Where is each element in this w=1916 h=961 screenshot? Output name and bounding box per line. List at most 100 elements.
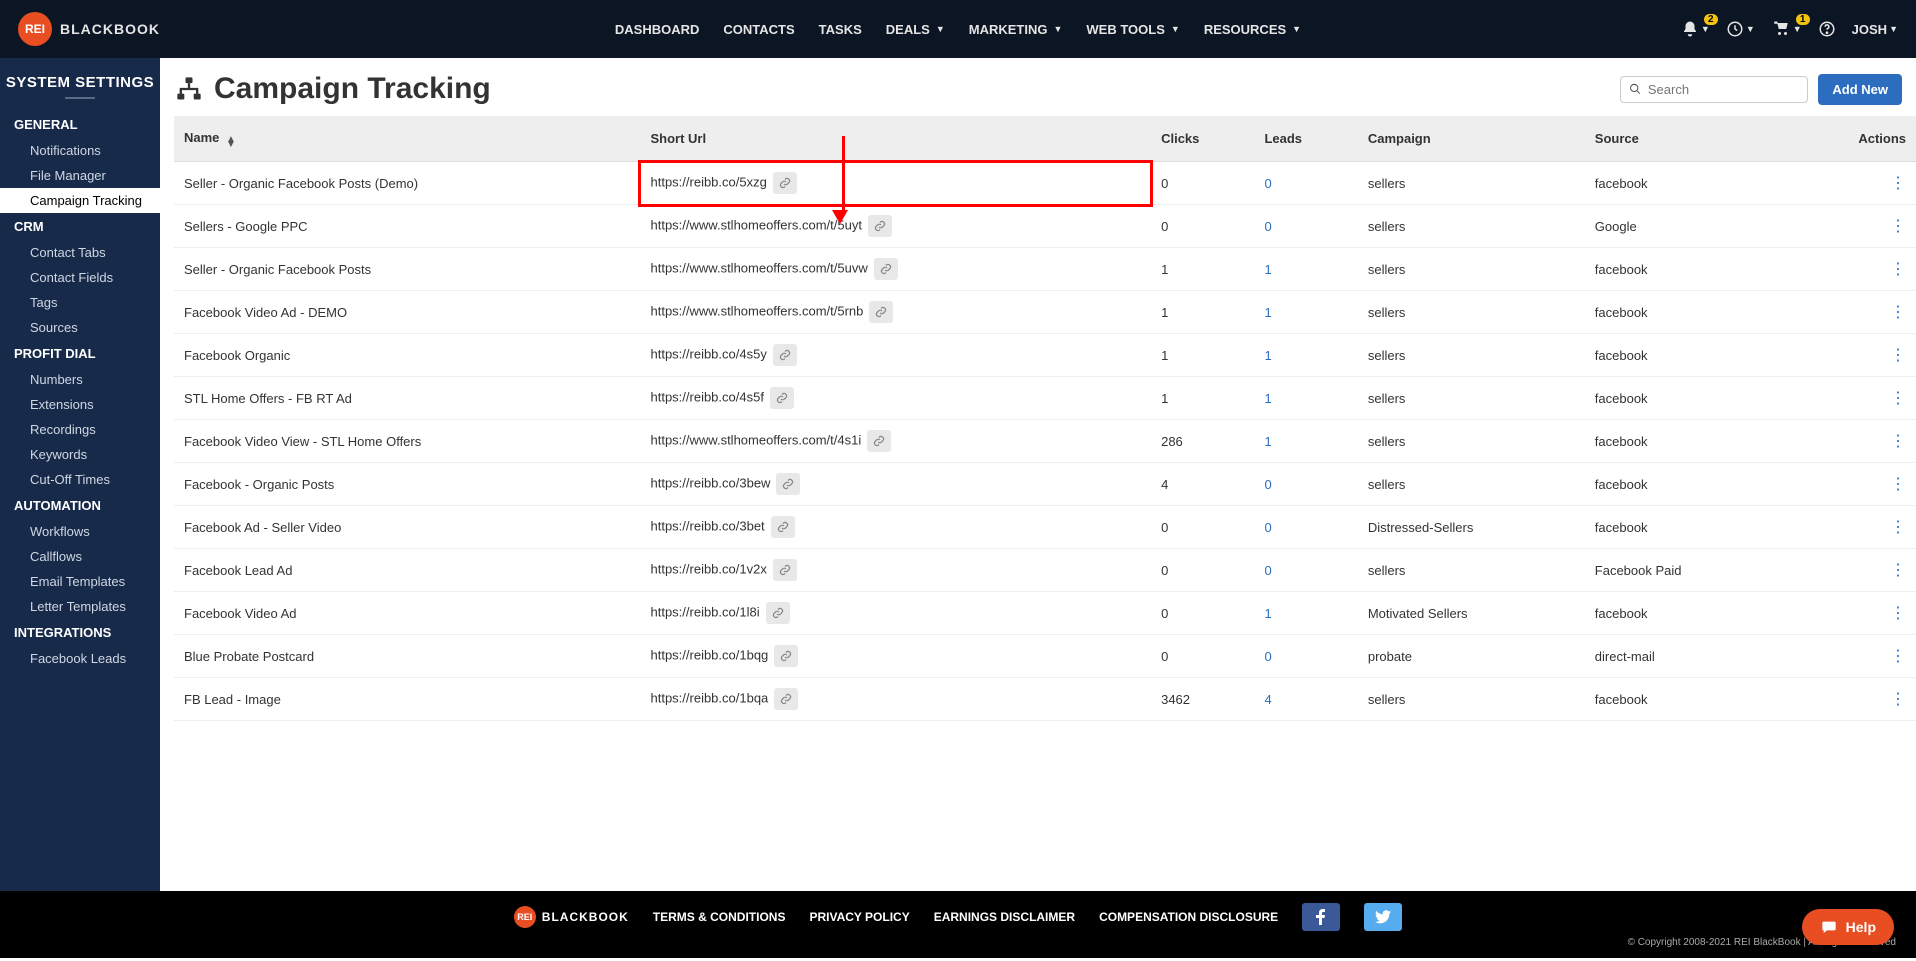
sidebar-item[interactable]: Letter Templates bbox=[0, 594, 160, 619]
row-actions-menu[interactable]: ⋮ bbox=[1890, 476, 1906, 493]
sidebar-item[interactable]: Cut-Off Times bbox=[0, 467, 160, 492]
facebook-social-link[interactable] bbox=[1302, 903, 1340, 931]
copy-link-button[interactable] bbox=[766, 602, 790, 624]
leads-link[interactable]: 0 bbox=[1264, 649, 1271, 664]
copy-link-button[interactable] bbox=[867, 430, 891, 452]
copy-link-button[interactable] bbox=[869, 301, 893, 323]
search-box[interactable] bbox=[1620, 76, 1808, 103]
leads-link[interactable]: 0 bbox=[1264, 477, 1271, 492]
sidebar-item[interactable]: Email Templates bbox=[0, 569, 160, 594]
sidebar-item[interactable]: Numbers bbox=[0, 367, 160, 392]
nav-link[interactable]: TASKS bbox=[819, 22, 862, 37]
copy-link-button[interactable] bbox=[874, 258, 898, 280]
sidebar-item[interactable]: Workflows bbox=[0, 519, 160, 544]
copy-link-button[interactable] bbox=[773, 172, 797, 194]
sidebar-item[interactable]: Callflows bbox=[0, 544, 160, 569]
sidebar-item[interactable]: Tags bbox=[0, 290, 160, 315]
row-actions-menu[interactable]: ⋮ bbox=[1890, 433, 1906, 450]
campaign-name[interactable]: Facebook Ad - Seller Video bbox=[174, 506, 640, 549]
sidebar-item[interactable]: Contact Tabs bbox=[0, 240, 160, 265]
row-actions-menu[interactable]: ⋮ bbox=[1890, 648, 1906, 665]
campaign-name[interactable]: Facebook Video View - STL Home Offers bbox=[174, 420, 640, 463]
sidebar-item[interactable]: Sources bbox=[0, 315, 160, 340]
row-actions-menu[interactable]: ⋮ bbox=[1890, 691, 1906, 708]
row-actions-menu[interactable]: ⋮ bbox=[1890, 390, 1906, 407]
row-actions-menu[interactable]: ⋮ bbox=[1890, 218, 1906, 235]
search-input[interactable] bbox=[1648, 82, 1800, 97]
campaign-name[interactable]: Facebook Organic bbox=[174, 334, 640, 377]
help-button[interactable]: Help bbox=[1802, 909, 1894, 945]
leads-link[interactable]: 1 bbox=[1264, 262, 1271, 277]
sidebar-item[interactable]: Facebook Leads bbox=[0, 646, 160, 671]
sidebar-item[interactable]: Keywords bbox=[0, 442, 160, 467]
history-menu[interactable]: ▼ bbox=[1726, 20, 1755, 38]
cart-badge: 1 bbox=[1796, 14, 1810, 25]
footer-link[interactable]: TERMS & CONDITIONS bbox=[653, 910, 786, 924]
footer-logo[interactable]: REI BLACKBOOK bbox=[514, 906, 629, 928]
campaign-name[interactable]: STL Home Offers - FB RT Ad bbox=[174, 377, 640, 420]
sidebar-item[interactable]: Recordings bbox=[0, 417, 160, 442]
nav-link[interactable]: CONTACTS bbox=[723, 22, 794, 37]
nav-link[interactable]: MARKETING▼ bbox=[969, 22, 1063, 37]
leads-link[interactable]: 4 bbox=[1264, 692, 1271, 707]
source-value: facebook bbox=[1585, 334, 1831, 377]
campaign-name[interactable]: Facebook Video Ad - DEMO bbox=[174, 291, 640, 334]
sidebar-item[interactable]: File Manager bbox=[0, 163, 160, 188]
row-actions-menu[interactable]: ⋮ bbox=[1890, 519, 1906, 536]
leads-link[interactable]: 1 bbox=[1264, 606, 1271, 621]
copy-link-button[interactable] bbox=[774, 645, 798, 667]
campaign-name[interactable]: Facebook Lead Ad bbox=[174, 549, 640, 592]
chat-icon bbox=[1820, 919, 1838, 935]
row-actions-menu[interactable]: ⋮ bbox=[1890, 605, 1906, 622]
row-actions-menu[interactable]: ⋮ bbox=[1890, 261, 1906, 278]
nav-link[interactable]: WEB TOOLS▼ bbox=[1086, 22, 1179, 37]
col-header-name[interactable]: Name ▲▼ bbox=[174, 116, 640, 162]
table-row: Sellers - Google PPChttps://www.stlhomeo… bbox=[174, 205, 1916, 248]
logo[interactable]: REI BLACKBOOK bbox=[18, 12, 160, 46]
footer-link[interactable]: COMPENSATION DISCLOSURE bbox=[1099, 910, 1278, 924]
campaign-name[interactable]: Seller - Organic Facebook Posts (Demo) bbox=[174, 162, 640, 205]
user-menu[interactable]: JOSH ▼ bbox=[1852, 22, 1898, 37]
row-actions-menu[interactable]: ⋮ bbox=[1890, 562, 1906, 579]
sidebar-item[interactable]: Campaign Tracking bbox=[0, 188, 160, 213]
leads-link[interactable]: 1 bbox=[1264, 434, 1271, 449]
cart-menu[interactable]: 1 ▼ bbox=[1771, 20, 1802, 38]
copy-link-button[interactable] bbox=[771, 516, 795, 538]
nav-link[interactable]: RESOURCES▼ bbox=[1204, 22, 1301, 37]
copy-link-button[interactable] bbox=[774, 688, 798, 710]
copy-link-button[interactable] bbox=[776, 473, 800, 495]
copy-link-button[interactable] bbox=[770, 387, 794, 409]
chevron-down-icon: ▼ bbox=[1746, 24, 1755, 34]
leads-link[interactable]: 0 bbox=[1264, 219, 1271, 234]
campaign-name[interactable]: Facebook Video Ad bbox=[174, 592, 640, 635]
copy-link-button[interactable] bbox=[773, 559, 797, 581]
nav-link[interactable]: DASHBOARD bbox=[615, 22, 700, 37]
sidebar-item[interactable]: Notifications bbox=[0, 138, 160, 163]
row-actions-menu[interactable]: ⋮ bbox=[1890, 175, 1906, 192]
footer-link[interactable]: EARNINGS DISCLAIMER bbox=[934, 910, 1075, 924]
twitter-social-link[interactable] bbox=[1364, 903, 1402, 931]
campaign-name[interactable]: Sellers - Google PPC bbox=[174, 205, 640, 248]
campaign-name[interactable]: Blue Probate Postcard bbox=[174, 635, 640, 678]
leads-link[interactable]: 0 bbox=[1264, 176, 1271, 191]
leads-link[interactable]: 1 bbox=[1264, 348, 1271, 363]
footer-link[interactable]: PRIVACY POLICY bbox=[809, 910, 909, 924]
leads-link[interactable]: 1 bbox=[1264, 305, 1271, 320]
copy-link-button[interactable] bbox=[868, 215, 892, 237]
leads-link[interactable]: 0 bbox=[1264, 563, 1271, 578]
notifications-bell[interactable]: 2 ▼ bbox=[1681, 20, 1710, 38]
campaign-name[interactable]: Facebook - Organic Posts bbox=[174, 463, 640, 506]
campaign-name[interactable]: Seller - Organic Facebook Posts bbox=[174, 248, 640, 291]
row-actions-menu[interactable]: ⋮ bbox=[1890, 347, 1906, 364]
source-value: facebook bbox=[1585, 291, 1831, 334]
leads-link[interactable]: 1 bbox=[1264, 391, 1271, 406]
row-actions-menu[interactable]: ⋮ bbox=[1890, 304, 1906, 321]
add-new-button[interactable]: Add New bbox=[1818, 74, 1902, 105]
sidebar-item[interactable]: Contact Fields bbox=[0, 265, 160, 290]
campaign-name[interactable]: FB Lead - Image bbox=[174, 678, 640, 721]
sidebar-item[interactable]: Extensions bbox=[0, 392, 160, 417]
nav-link[interactable]: DEALS▼ bbox=[886, 22, 945, 37]
copy-link-button[interactable] bbox=[773, 344, 797, 366]
help-icon-top[interactable] bbox=[1818, 20, 1836, 38]
leads-link[interactable]: 0 bbox=[1264, 520, 1271, 535]
